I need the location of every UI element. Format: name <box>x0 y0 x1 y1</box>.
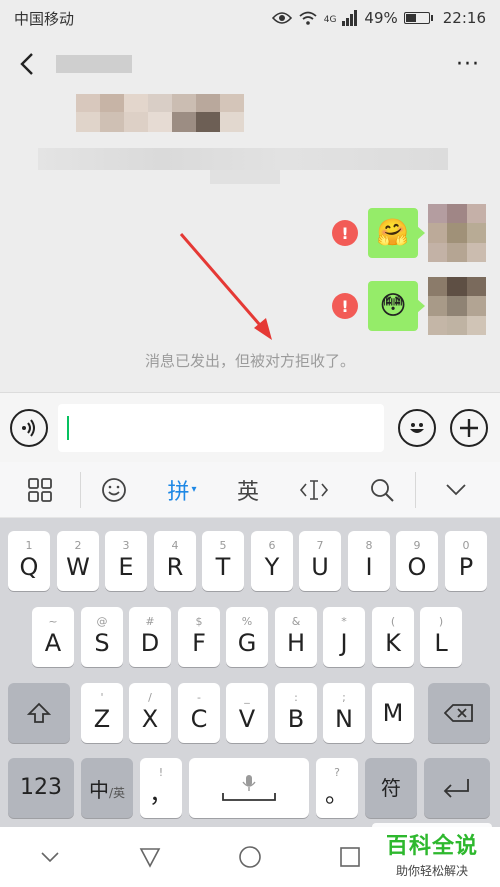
numbers-key[interactable]: 123 <box>8 758 74 818</box>
emoji-button[interactable] <box>398 408 436 447</box>
language-toggle-key[interactable]: 中 /英 <box>81 758 133 818</box>
key-d[interactable]: # D <box>129 607 171 667</box>
caret-down-icon: ▾ <box>191 484 197 495</box>
key-t[interactable]: 5T <box>202 531 244 591</box>
microphone-icon <box>242 775 256 791</box>
chat-area: ! 🤗 ! 😳 消息已发出，但被对方拒收了。 <box>0 92 500 392</box>
chevron-left-icon <box>20 53 33 75</box>
voice-icon <box>22 418 35 437</box>
chat-header: ··· <box>0 36 500 92</box>
status-bar: 中国移动 4G 49% 22:16 <box>0 0 500 36</box>
key-i[interactable]: 8I <box>348 531 390 591</box>
english-sub-label: /英 <box>108 785 126 800</box>
symbols-key-label: 符 <box>381 776 401 800</box>
battery-percent: 49% <box>364 9 398 27</box>
keyboard: 1Q 2W 3E 4R 5T 6Y 7U 8I 9O 0P ~ A @ S # D $… <box>0 518 500 827</box>
grid-icon <box>28 477 52 502</box>
annotation-arrow <box>179 233 272 340</box>
chinese-label: 中 <box>88 777 109 802</box>
watermark-logo: 百科全说 助你轻松解决 <box>372 823 492 883</box>
message-input-bar <box>0 392 500 462</box>
battery-fill <box>405 14 416 22</box>
pinyin-mode-button[interactable]: 拼 ▾ <box>147 462 217 518</box>
symbols-key[interactable]: 符 <box>365 758 417 818</box>
keyboard-menu-button[interactable] <box>0 462 80 518</box>
text-caret <box>67 415 69 440</box>
status-icons: 4G 49% 22:16 <box>271 9 486 27</box>
key-r[interactable]: 4R <box>154 531 196 591</box>
key-q[interactable]: 1Q <box>8 531 50 591</box>
space-bar-icon <box>222 793 276 801</box>
chevron-down-icon <box>446 483 466 495</box>
backspace-key[interactable] <box>428 683 490 743</box>
key-p[interactable]: 0P <box>445 531 487 591</box>
hide-keyboard-nav-button[interactable] <box>0 827 100 887</box>
english-mode-button[interactable]: 英 <box>217 462 279 518</box>
chevron-down-icon <box>41 852 59 862</box>
key-w[interactable]: 2W <box>57 531 99 591</box>
wifi-icon <box>299 11 317 25</box>
key-z[interactable]: ' Z <box>81 683 123 743</box>
key-h[interactable]: & H <box>275 607 317 667</box>
network-type-label: 4G <box>323 15 337 25</box>
numbers-key-label: 123 <box>20 775 62 800</box>
more-options-button[interactable]: ··· <box>448 44 488 84</box>
keyboard-toolbar: 拼 ▾ 英 <box>0 462 500 518</box>
shift-arrow-icon <box>27 702 51 723</box>
key-a[interactable]: ~ A <box>32 607 74 667</box>
keyboard-emoji-button[interactable] <box>81 462 147 518</box>
key-j[interactable]: * J <box>323 607 365 667</box>
backspace-icon <box>444 704 473 722</box>
pinyin-label: 拼 <box>167 479 190 505</box>
circle-home-icon <box>239 846 261 868</box>
key-k[interactable]: (K <box>372 607 414 667</box>
cursor-move-icon <box>299 479 329 500</box>
plus-button[interactable] <box>450 408 488 447</box>
keyboard-search-button[interactable] <box>349 462 415 518</box>
key-u[interactable]: 7U <box>299 531 341 591</box>
space-key[interactable] <box>189 758 309 818</box>
back-button[interactable] <box>12 44 42 84</box>
watermark-title: 百科全说 <box>385 833 478 859</box>
comma-key[interactable]: !， <box>140 758 182 818</box>
more-icon: ··· <box>456 51 480 77</box>
signal-bars-icon <box>342 10 358 26</box>
smiley-outline-icon <box>102 477 126 502</box>
key-l[interactable]: ) L <box>420 607 462 667</box>
carrier-label: 中国移动 <box>14 9 75 28</box>
voice-button[interactable] <box>10 408 48 447</box>
period-key[interactable]: ?。 <box>316 758 358 818</box>
english-label: 英 <box>236 479 259 505</box>
key-e[interactable]: 3E <box>105 531 147 591</box>
key-f[interactable]: $ F <box>178 607 220 667</box>
enter-key[interactable] <box>424 758 490 818</box>
key-b[interactable]: :B <box>275 683 317 743</box>
key-x[interactable]: / X <box>129 683 171 743</box>
back-nav-button[interactable] <box>100 827 200 887</box>
key-m[interactable]: M <box>372 683 414 743</box>
key-c[interactable]: -C <box>178 683 220 743</box>
eye-icon <box>271 12 292 24</box>
shift-key[interactable] <box>8 683 70 743</box>
message-input[interactable] <box>58 403 384 452</box>
home-nav-button[interactable] <box>200 827 300 887</box>
battery-icon <box>403 12 433 24</box>
smiley-icon <box>410 422 424 433</box>
key-y[interactable]: 6Y <box>251 531 293 591</box>
cursor-move-button[interactable] <box>279 462 349 518</box>
plus-icon <box>460 418 478 437</box>
key-v[interactable]: _ V <box>226 683 268 743</box>
search-icon <box>371 478 394 502</box>
clock: 22:16 <box>442 9 486 27</box>
key-o[interactable]: 9O <box>396 531 438 591</box>
key-n[interactable]: ; N <box>323 683 365 743</box>
hide-keyboard-button[interactable] <box>416 462 496 518</box>
enter-icon <box>443 779 469 798</box>
chat-contact-name-redacted <box>56 55 132 73</box>
key-s[interactable]: @ S <box>81 607 123 667</box>
triangle-back-icon <box>139 848 161 868</box>
watermark-subtitle: 助你轻松解决 <box>395 863 468 878</box>
square-recents-icon <box>340 847 360 867</box>
key-g[interactable]: % G <box>226 607 268 667</box>
